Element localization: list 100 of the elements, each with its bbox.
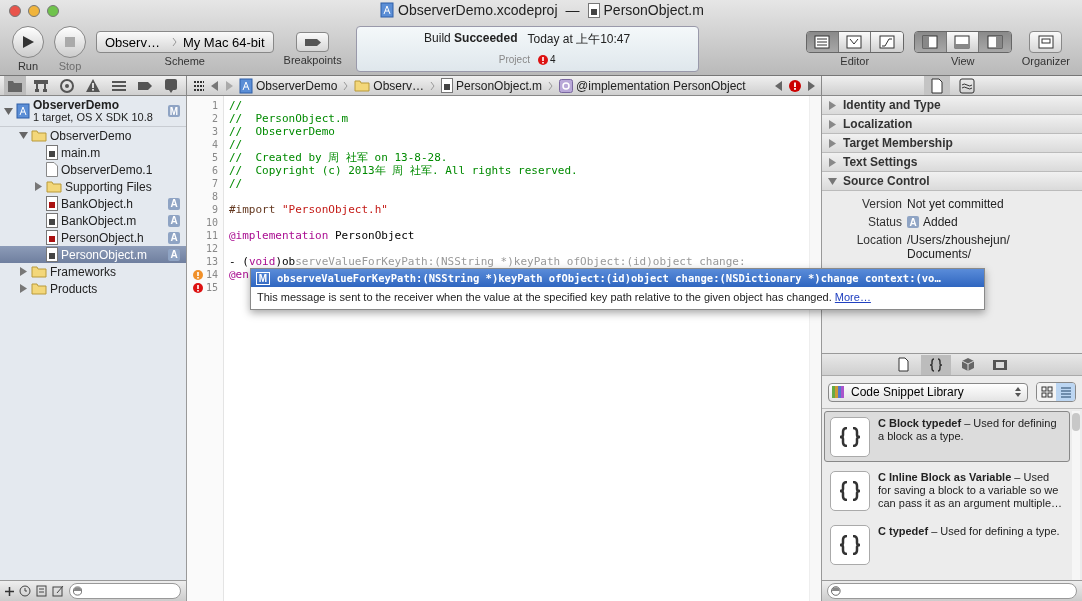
collapsed-triangle-icon[interactable]	[33, 182, 43, 191]
collapsed-triangle-icon[interactable]	[18, 267, 28, 276]
library-selector[interactable]: Code Snippet Library	[828, 382, 1028, 402]
grid-icon[interactable]	[193, 79, 205, 92]
field-value: Documents/	[907, 247, 973, 261]
inspector-tab[interactable]	[924, 76, 950, 95]
filter-icon	[831, 586, 841, 596]
edit-icon[interactable]	[52, 585, 64, 597]
code-line: // PersonObject.m	[229, 112, 349, 125]
assistant-editor-icon	[846, 35, 863, 49]
code-line: @en	[229, 268, 249, 281]
line-number: 4	[211, 139, 218, 150]
organizer-button[interactable]	[1029, 31, 1063, 53]
line-number: 10	[205, 217, 218, 228]
editor-mode-button[interactable]	[806, 32, 839, 52]
file-row[interactable]: Frameworks	[0, 263, 186, 280]
segmented-control[interactable]	[913, 31, 1012, 53]
navigator-tab[interactable]	[4, 76, 26, 95]
jump-bar-item[interactable]: ObserverDemo	[239, 77, 338, 94]
folder-icon	[46, 180, 62, 193]
build-status: Build Succeeded	[424, 31, 518, 47]
code-line: //	[229, 138, 243, 151]
status-badge: A	[907, 216, 919, 228]
code-line: - (void)observeValueForKeyPath:(NSString *)keyPath ofObject:(id)object change:	[229, 255, 746, 268]
breakpoints-button[interactable]	[296, 32, 330, 52]
snippet-item[interactable]: C Block typedef – Used for defining a block as a type.	[824, 411, 1070, 462]
snippet-item[interactable]: C typedef – Used for defining a type.	[824, 519, 1070, 570]
more-link[interactable]: More…	[834, 291, 871, 303]
section-header[interactable]: Identity and Type	[822, 96, 1082, 115]
file-row[interactable]: main.m	[0, 144, 186, 161]
project-icon	[16, 103, 30, 119]
section-header[interactable]: Localization	[822, 115, 1082, 134]
view-mode-button[interactable]	[1037, 383, 1056, 401]
folder-icon	[31, 265, 47, 278]
chevron-icon	[343, 80, 349, 91]
file-row[interactable]: Supporting Files	[0, 178, 186, 195]
line-number: 1	[211, 100, 218, 111]
source-file-icon	[46, 247, 58, 262]
code-line: #import "PersonObject.h"	[229, 203, 388, 216]
section-header[interactable]: Text Settings	[822, 153, 1082, 172]
version-editor-icon	[878, 35, 895, 49]
file-row[interactable]: ObserverDemo	[0, 127, 186, 144]
source-file-icon	[46, 213, 58, 228]
field-value: /Users/zhoushejun/	[907, 233, 1011, 247]
file-row[interactable]: BankObject.h A	[0, 195, 186, 212]
status-badge: A	[168, 248, 180, 261]
minimize-button[interactable]	[28, 5, 40, 17]
section-header[interactable]: Source Control	[822, 172, 1082, 191]
scheme-popup[interactable]: Observ… My Mac 64-bit	[96, 31, 274, 53]
line-number: 3	[211, 126, 218, 137]
updown-icon	[1015, 387, 1021, 397]
toolbar-label: Run	[17, 60, 39, 72]
file-row[interactable]: ObserverDemo.1	[0, 161, 186, 178]
view-toggle-button[interactable]	[978, 32, 1011, 52]
window-icon	[1037, 35, 1054, 49]
expanded-triangle-icon[interactable]	[4, 106, 13, 116]
clock-icon[interactable]	[19, 585, 31, 597]
line-number: 5	[211, 152, 218, 163]
collapsed-triangle-icon[interactable]	[18, 284, 28, 293]
line-number: 8	[211, 191, 218, 202]
code-line: //	[229, 177, 243, 190]
status-badge: A	[168, 197, 180, 210]
error-icon	[789, 79, 801, 92]
scrollbar[interactable]	[1072, 411, 1080, 580]
close-button[interactable]	[9, 5, 21, 17]
file-row[interactable]: PersonObject.h A	[0, 229, 186, 246]
file-row[interactable]: BankObject.m A	[0, 212, 186, 229]
snippet-item[interactable]: C Inline Block as Variable – Used for saving a block to a variable so we can pass it as an argument multiple…	[824, 465, 1070, 516]
editor-mode-button[interactable]	[870, 32, 903, 52]
back-button[interactable]	[211, 80, 219, 91]
section-header[interactable]: Target Membership	[822, 134, 1082, 153]
view-toggle-button[interactable]	[914, 32, 947, 52]
braces-glyph-icon	[839, 427, 861, 447]
bottom-panel-icon	[954, 35, 971, 49]
grid-icon	[1040, 386, 1053, 398]
add-icon[interactable]	[5, 586, 14, 596]
zoom-button[interactable]	[47, 5, 59, 17]
snippet-description: C Inline Block as Variable – Used for saving a block to a variable so we can pass it as an argument multiple…	[878, 471, 1064, 510]
run-button[interactable]	[12, 26, 44, 58]
previous-issue-button[interactable]	[775, 80, 783, 91]
library-tab[interactable]	[921, 354, 951, 375]
jump-bar-item[interactable]: Observ…	[354, 78, 425, 93]
next-issue-button[interactable]	[807, 80, 815, 91]
view-toggle-button[interactable]	[946, 32, 979, 52]
project-icon	[380, 2, 394, 18]
expanded-triangle-icon[interactable]	[18, 131, 28, 140]
chevron-icon	[430, 80, 436, 91]
line-number: 6	[211, 165, 218, 176]
editor-mode-button[interactable]	[838, 32, 871, 52]
filter-field[interactable]	[69, 583, 181, 599]
document-icon	[928, 76, 946, 95]
jump-bar-item[interactable]: PersonObject.m	[441, 78, 543, 93]
chevron-icon	[548, 80, 554, 91]
segmented-control[interactable]	[805, 31, 904, 53]
jump-bar-item[interactable]: @implementation PersonObject	[559, 78, 746, 93]
warning-icon	[192, 269, 203, 280]
completion-item[interactable]: M observeValueForKeyPath:(NSString *)keyPath ofObject:(id)object change:(NSDictionary *)change context:(vo…	[251, 269, 984, 287]
document-icon[interactable]	[36, 585, 47, 597]
file-row[interactable]: Products	[0, 280, 186, 297]
filter-field[interactable]	[827, 583, 1077, 599]
